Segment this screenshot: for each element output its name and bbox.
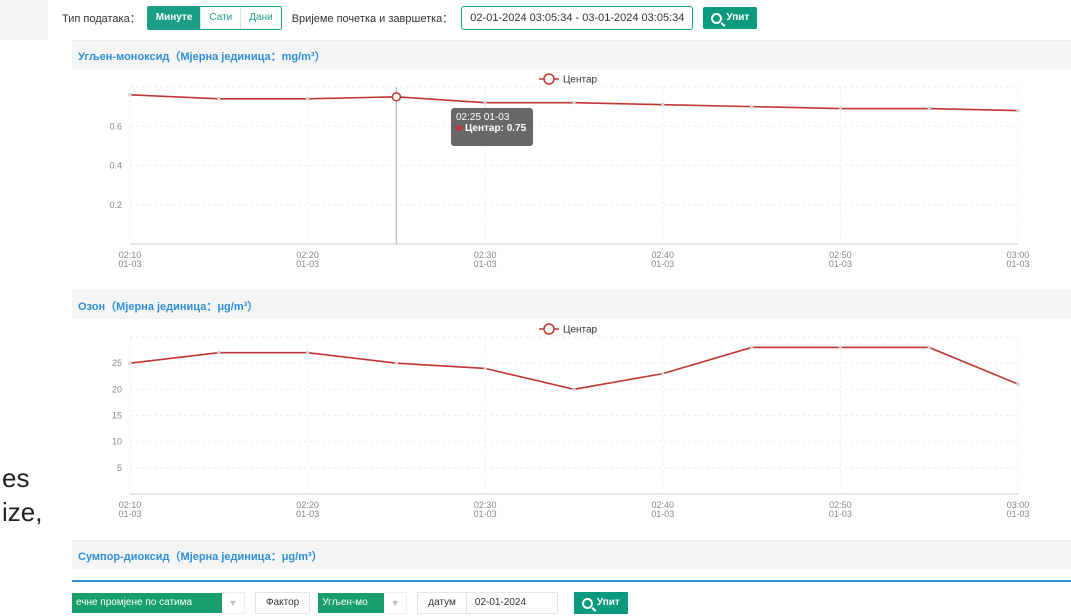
chart-panel-header: Озон（Мјерна јединица：μg/m³） bbox=[72, 290, 1071, 319]
legend-label: Центар bbox=[563, 325, 598, 336]
x-tick-label: 01-03 bbox=[651, 259, 674, 269]
left-panel-strip bbox=[0, 0, 48, 40]
toolbar: Тип података： Минуте Сати Дани Вријеме п… bbox=[62, 5, 758, 31]
date-label: датум bbox=[417, 592, 467, 614]
data-point bbox=[572, 100, 576, 105]
data-point bbox=[661, 371, 665, 376]
x-tick-label: 01-03 bbox=[829, 509, 852, 519]
bottom-query-label: Упит bbox=[596, 597, 620, 608]
time-range-label: Вријеме почетка и завршетка： bbox=[291, 13, 454, 25]
chart-title: Озон（Мјерна јединица：μg/m³） bbox=[78, 301, 259, 313]
x-tick-label: 01-03 bbox=[1006, 259, 1029, 269]
legend-label: Центар bbox=[563, 75, 598, 86]
query-button[interactable]: Упит bbox=[703, 7, 758, 29]
chart-tooltip: 02:25 01-03 Центар: 0.75 bbox=[451, 108, 533, 146]
chart-title: Угљен-моноксид（Мјерна јединица：mg/m³） bbox=[78, 51, 326, 63]
x-tick-label: 01-03 bbox=[474, 509, 497, 519]
x-tick-label: 01-03 bbox=[296, 259, 319, 269]
data-point bbox=[1016, 382, 1020, 386]
report-type-select[interactable]: ечне промјене по сатима bbox=[72, 593, 222, 613]
bottom-toolbar: ечне промјене по сатима ▼ Фактор Угљен-м… bbox=[72, 592, 628, 614]
data-point bbox=[305, 97, 310, 101]
y-tick-label: 0.2 bbox=[109, 200, 122, 210]
x-tick-label: 01-03 bbox=[118, 509, 141, 519]
legend-marker bbox=[543, 323, 555, 335]
panel-divider bbox=[72, 580, 1071, 582]
y-tick-label: 25 bbox=[112, 358, 122, 368]
data-point bbox=[749, 345, 754, 350]
data-point bbox=[483, 366, 487, 371]
bottom-query-button[interactable]: Упит bbox=[573, 592, 628, 614]
tooltip-title: 02:25 01-03 bbox=[456, 112, 510, 123]
date-range-input[interactable]: 02-01-2024 03:05:34 - 03-01-2024 03:05:3… bbox=[461, 6, 694, 30]
data-point bbox=[1016, 108, 1020, 113]
data-point bbox=[128, 361, 132, 365]
data-point bbox=[128, 93, 132, 97]
y-tick-label: 15 bbox=[112, 411, 122, 421]
query-button-label: Упит bbox=[726, 12, 750, 23]
data-point bbox=[749, 104, 754, 109]
date-input[interactable]: 02-01-2024 bbox=[466, 592, 558, 614]
data-point bbox=[927, 106, 931, 111]
data-point bbox=[217, 97, 221, 101]
type-hours-button[interactable]: Сати bbox=[200, 7, 241, 29]
chevron-down-icon[interactable]: ▼ bbox=[222, 592, 245, 614]
x-tick-label: 01-03 bbox=[1006, 509, 1029, 519]
series-line bbox=[129, 346, 1019, 391]
tooltip-series: Центар bbox=[465, 123, 501, 134]
co-chart: Центар0.20.40.602:1001-0302:2001-0302:30… bbox=[109, 73, 1030, 269]
y-tick-label: 0.6 bbox=[109, 121, 122, 131]
data-point bbox=[483, 100, 487, 105]
x-tick-label: 01-03 bbox=[296, 509, 319, 519]
search-icon bbox=[711, 12, 723, 24]
data-point bbox=[661, 102, 665, 107]
factor-label: Фактор bbox=[255, 592, 311, 614]
y-tick-label: 10 bbox=[112, 437, 122, 447]
chevron-down-icon[interactable]: ▼ bbox=[384, 592, 408, 614]
x-tick-label: 01-03 bbox=[651, 509, 674, 519]
chart-panel-header: Угљен-моноксид（Мјерна јединица：mg/m³） bbox=[72, 40, 1071, 69]
data-type-label: Тип података： bbox=[62, 13, 141, 25]
x-tick-label: 01-03 bbox=[474, 259, 497, 269]
x-tick-label: 01-03 bbox=[829, 259, 852, 269]
background-text: es bbox=[2, 463, 30, 493]
data-point bbox=[217, 350, 221, 355]
data-point bbox=[305, 350, 310, 355]
data-point bbox=[572, 387, 576, 392]
y-tick-label: 0.4 bbox=[109, 161, 122, 171]
ozone-chart: Центар51015202502:1001-0302:2001-0302:30… bbox=[112, 323, 1030, 519]
y-tick-label: 5 bbox=[117, 463, 122, 473]
search-icon bbox=[581, 597, 593, 609]
factor-select[interactable]: Угљен-мо bbox=[318, 593, 385, 613]
background-text: ize, bbox=[2, 497, 43, 527]
x-tick-label: 01-03 bbox=[118, 259, 141, 269]
data-point bbox=[838, 106, 843, 111]
chart-panel-header: Сумпор-диоксид（Мјерна јединица：μg/m³） bbox=[72, 540, 1071, 569]
legend-marker bbox=[543, 73, 555, 85]
series-dot-icon bbox=[456, 125, 462, 131]
chart-title: Сумпор-диоксид（Мјерна јединица：μg/m³） bbox=[78, 551, 323, 563]
data-point bbox=[838, 345, 843, 350]
data-point bbox=[394, 361, 399, 365]
type-days-button[interactable]: Дани bbox=[240, 7, 281, 29]
data-type-segment: Минуте Сати Дани bbox=[146, 6, 282, 30]
data-point bbox=[927, 345, 931, 350]
type-minutes-button[interactable]: Минуте bbox=[147, 7, 201, 29]
highlighted-point bbox=[391, 92, 402, 102]
y-tick-label: 20 bbox=[112, 384, 122, 394]
tooltip-value: 0.75 bbox=[506, 123, 527, 134]
